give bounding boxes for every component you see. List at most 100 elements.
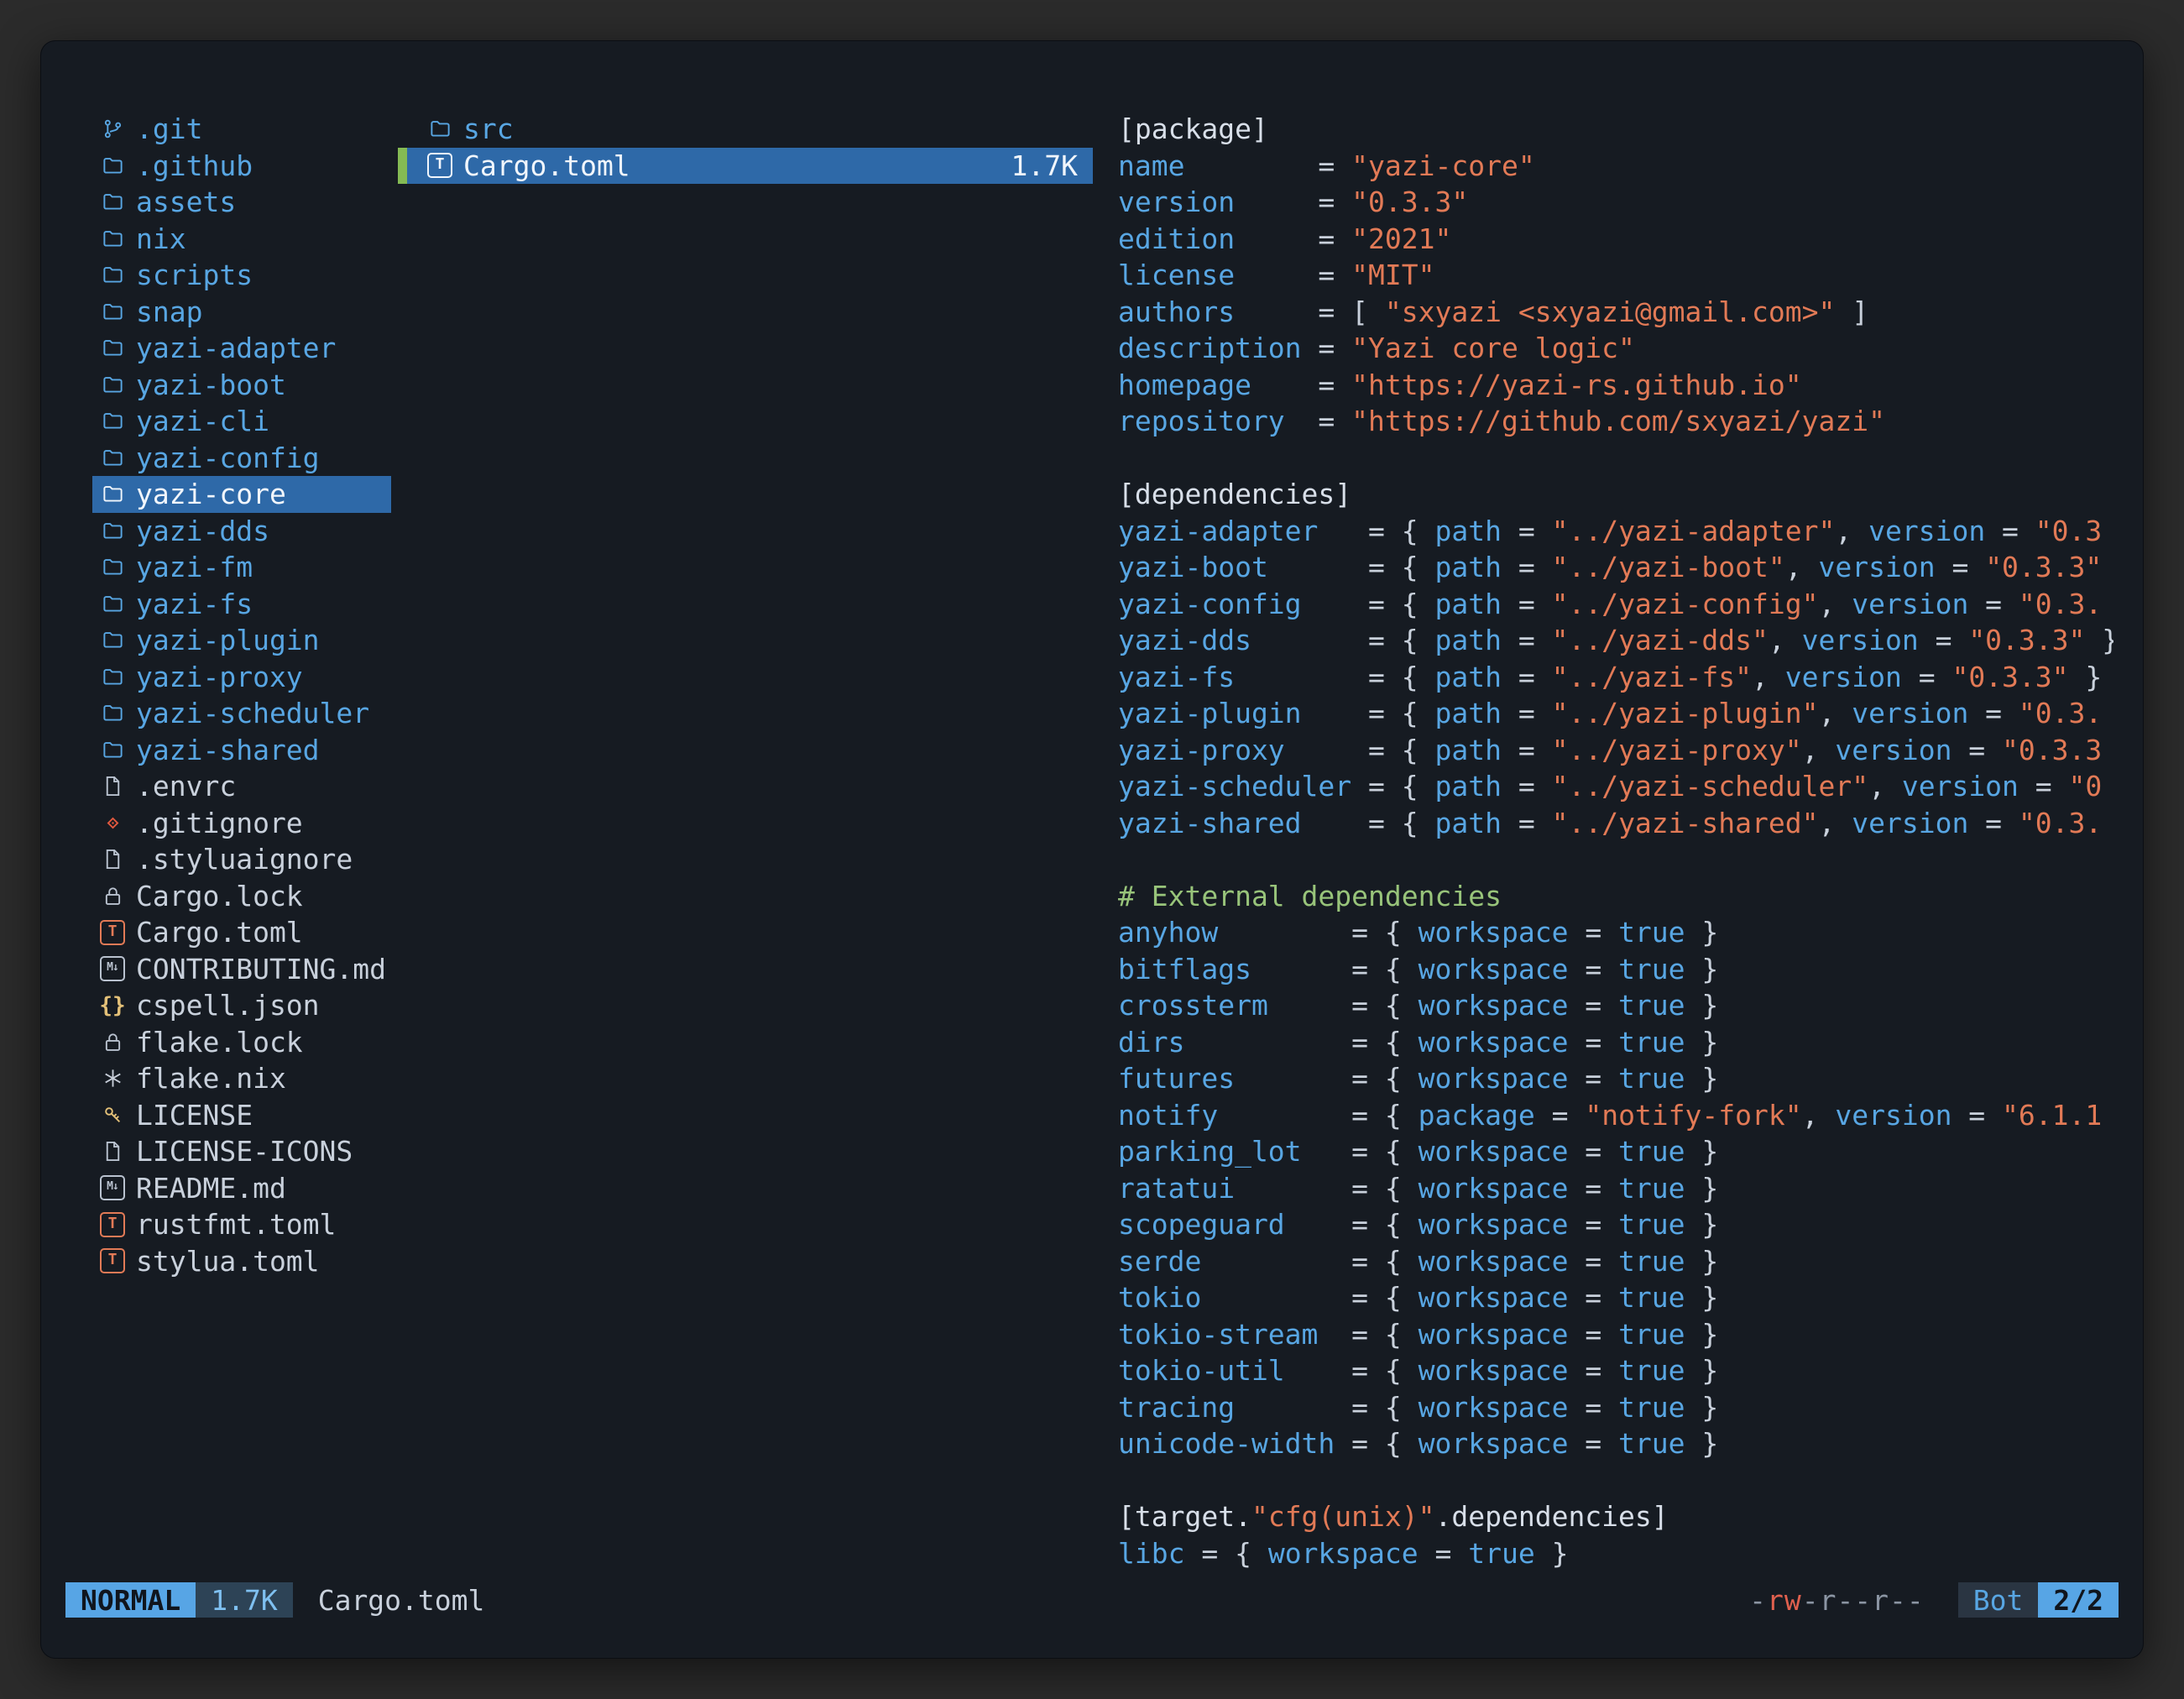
- parent-item-yazi-boot[interactable]: yazi-boot: [92, 367, 391, 404]
- preview-line: name = "yazi-core": [1118, 148, 2113, 185]
- status-bar: NORMAL 1.7K Cargo.toml -rw-r--r-- Bot 2/…: [65, 1578, 2119, 1622]
- parent-item-assets[interactable]: assets: [92, 184, 391, 221]
- parent-item-cspell.json[interactable]: {}cspell.json: [92, 987, 391, 1024]
- parent-item-scripts[interactable]: scripts: [92, 257, 391, 294]
- parent-item-yazi-fm[interactable]: yazi-fm: [92, 549, 391, 586]
- folder-icon: [99, 590, 126, 617]
- item-label: stylua.toml: [136, 1243, 320, 1280]
- parent-item-yazi-plugin[interactable]: yazi-plugin: [92, 622, 391, 659]
- parent-item-stylua.toml[interactable]: Tstylua.toml: [92, 1243, 391, 1280]
- item-label: .envrc: [136, 768, 236, 805]
- preview-line: [package]: [1118, 111, 2113, 148]
- preview-line: yazi-shared = { path = "../yazi-shared",…: [1118, 805, 2113, 842]
- parent-item-CONTRIBUTING.md[interactable]: M↓CONTRIBUTING.md: [92, 951, 391, 988]
- preview-line: serde = { workspace = true }: [1118, 1243, 2113, 1280]
- preview-line: dirs = { workspace = true }: [1118, 1024, 2113, 1061]
- parent-item-.envrc[interactable]: .envrc: [92, 768, 391, 805]
- parent-item-flake.nix[interactable]: flake.nix: [92, 1060, 391, 1097]
- parent-item-LICENSE-ICONS[interactable]: LICENSE-ICONS: [92, 1133, 391, 1170]
- preview-line: yazi-plugin = { path = "../yazi-plugin",…: [1118, 695, 2113, 732]
- current-item-src[interactable]: src: [398, 111, 1093, 148]
- toml-icon: T: [99, 1211, 126, 1238]
- toml-icon: T: [99, 1247, 126, 1274]
- item-label: yazi-proxy: [136, 659, 303, 696]
- preview-line: tokio = { workspace = true }: [1118, 1279, 2113, 1316]
- folder-icon: [99, 663, 126, 690]
- item-label: assets: [136, 184, 236, 221]
- item-label: yazi-fs: [136, 586, 253, 623]
- parent-item-.styluaignore[interactable]: .styluaignore: [92, 841, 391, 878]
- item-label: yazi-core: [136, 476, 286, 513]
- markdown-icon: M↓: [99, 1174, 126, 1201]
- parent-item-Cargo.toml[interactable]: T Cargo.toml: [92, 914, 391, 951]
- current-item-Cargo.toml[interactable]: TCargo.toml1.7K: [398, 148, 1093, 185]
- preview-line: yazi-boot = { path = "../yazi-boot", ver…: [1118, 549, 2113, 586]
- parent-item-flake.lock[interactable]: flake.lock: [92, 1024, 391, 1061]
- permissions-label: -rw-r--r--: [1749, 1584, 1925, 1617]
- folder-icon: [99, 627, 126, 654]
- folder-icon: [99, 371, 126, 398]
- preview-line: futures = { workspace = true }: [1118, 1060, 2113, 1097]
- item-label: Cargo.lock: [136, 878, 303, 915]
- item-label: yazi-dds: [136, 513, 269, 550]
- item-label: snap: [136, 294, 202, 331]
- item-label: Cargo.toml: [136, 914, 303, 951]
- parent-item-Cargo.lock[interactable]: Cargo.lock: [92, 878, 391, 915]
- preview-line: version = "0.3.3": [1118, 184, 2113, 221]
- item-label: flake.lock: [136, 1024, 303, 1061]
- parent-item-.gitignore[interactable]: .gitignore: [92, 805, 391, 842]
- preview-line: yazi-adapter = { path = "../yazi-adapter…: [1118, 513, 2113, 550]
- parent-item-rustfmt.toml[interactable]: Trustfmt.toml: [92, 1206, 391, 1243]
- folder-icon: [426, 116, 453, 143]
- git-ignore-icon: [99, 809, 126, 836]
- item-label: scripts: [136, 257, 253, 294]
- preview-line: yazi-fs = { path = "../yazi-fs", version…: [1118, 659, 2113, 696]
- preview-line: parking_lot = { workspace = true }: [1118, 1133, 2113, 1170]
- folder-icon: [99, 408, 126, 435]
- nix-snowflake-icon: [99, 1065, 126, 1092]
- item-label: rustfmt.toml: [136, 1206, 336, 1243]
- preview-line: [target."cfg(unix)".dependencies]: [1118, 1498, 2113, 1535]
- parent-item-yazi-dds[interactable]: yazi-dds: [92, 513, 391, 550]
- parent-item-snap[interactable]: snap: [92, 294, 391, 331]
- parent-item-.github[interactable]: .github: [92, 148, 391, 185]
- parent-item-yazi-adapter[interactable]: yazi-adapter: [92, 330, 391, 367]
- item-size: 1.7K: [1011, 148, 1093, 185]
- parent-item-.git[interactable]: .git: [92, 111, 391, 148]
- scroll-position-badge: Bot: [1958, 1582, 2039, 1618]
- item-label: README.md: [136, 1170, 286, 1207]
- item-label: LICENSE-ICONS: [136, 1133, 353, 1170]
- item-label: flake.nix: [136, 1060, 286, 1097]
- git-branch-icon: [99, 116, 126, 143]
- preview-line: yazi-config = { path = "../yazi-config",…: [1118, 586, 2113, 623]
- parent-item-nix[interactable]: nix: [92, 221, 391, 258]
- parent-item-README.md[interactable]: M↓ README.md: [92, 1170, 391, 1207]
- item-label: LICENSE: [136, 1097, 253, 1134]
- preview-line: scopeguard = { workspace = true }: [1118, 1206, 2113, 1243]
- item-label: .git: [136, 111, 202, 148]
- preview-line: [dependencies]: [1118, 476, 2113, 513]
- item-label: src: [463, 111, 514, 148]
- folder-icon: [99, 298, 126, 325]
- parent-item-LICENSE[interactable]: LICENSE: [92, 1097, 391, 1134]
- parent-item-yazi-shared[interactable]: yazi-shared: [92, 732, 391, 769]
- preview-line: tokio-stream = { workspace = true }: [1118, 1316, 2113, 1353]
- parent-item-yazi-cli[interactable]: yazi-cli: [92, 403, 391, 440]
- folder-icon: [99, 262, 126, 289]
- status-filename: Cargo.toml: [318, 1584, 485, 1617]
- preview-line: anyhow = { workspace = true }: [1118, 914, 2113, 951]
- parent-item-yazi-proxy[interactable]: yazi-proxy: [92, 659, 391, 696]
- license-key-icon: [99, 1101, 126, 1128]
- json-braces-icon: {}: [99, 992, 126, 1019]
- parent-item-yazi-core[interactable]: yazi-core: [92, 476, 391, 513]
- toml-icon: T: [99, 919, 126, 946]
- preview-line: tokio-util = { workspace = true }: [1118, 1352, 2113, 1389]
- folder-icon: [99, 189, 126, 216]
- parent-item-yazi-config[interactable]: yazi-config: [92, 440, 391, 477]
- cursor-count-badge: 2/2: [2038, 1582, 2119, 1618]
- file-icon: [99, 1138, 126, 1165]
- folder-icon: [99, 225, 126, 252]
- parent-item-yazi-scheduler[interactable]: yazi-scheduler: [92, 695, 391, 732]
- parent-item-yazi-fs[interactable]: yazi-fs: [92, 586, 391, 623]
- preview-line: crossterm = { workspace = true }: [1118, 987, 2113, 1024]
